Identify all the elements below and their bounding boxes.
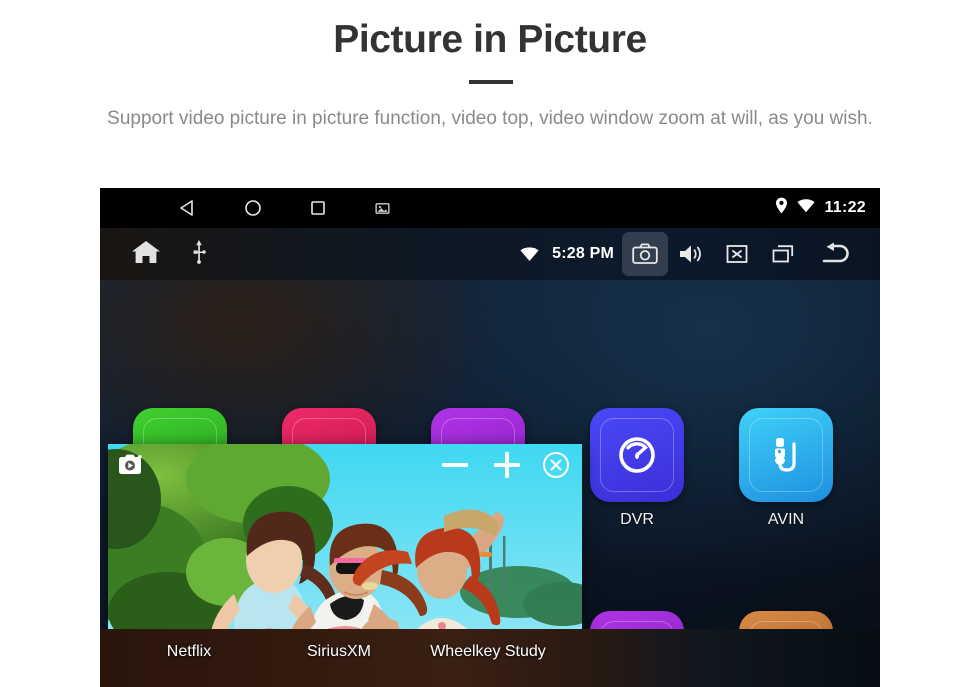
location-pin-icon	[775, 197, 788, 219]
android-system-bar: 11:22	[100, 188, 880, 228]
dock-label-siriusxm[interactable]: SiriusXM	[264, 643, 414, 661]
avin-icon[interactable]	[739, 408, 833, 502]
app-toolbar: 5:28 PM	[100, 228, 880, 280]
zoom-out-button[interactable]	[438, 448, 472, 482]
home-screen: DVR AVIN Netflix SiriusXM Wheelkey Study	[100, 280, 880, 687]
app-cell-dvr[interactable]: DVR	[567, 408, 707, 529]
system-nav-buttons	[100, 188, 415, 228]
back-icon[interactable]	[155, 188, 220, 228]
avin-glyph	[739, 408, 833, 502]
app-cell-avin[interactable]: AVIN	[716, 408, 856, 529]
close-box-icon[interactable]	[714, 228, 760, 280]
home-icon[interactable]	[220, 188, 285, 228]
device-screen: 11:22 5:28 PM DVR AVIN Netflix SiriusXM …	[100, 188, 880, 687]
page-root: Picture in Picture Support video picture…	[0, 0, 980, 687]
dock-label-netflix[interactable]: Netflix	[114, 643, 264, 661]
app-toolbar-left	[100, 238, 206, 271]
app-label: DVR	[620, 511, 654, 528]
recents-icon[interactable]	[285, 188, 350, 228]
wifi-icon	[797, 198, 816, 218]
dvr-icon[interactable]	[590, 408, 684, 502]
page-title: Picture in Picture	[333, 18, 647, 61]
toolbar-clock: 5:28 PM	[552, 245, 614, 262]
system-clock: 11:22	[824, 199, 866, 216]
page-subtitle: Support video picture in picture functio…	[107, 108, 873, 129]
dvr-glyph	[590, 408, 684, 502]
app-label: AVIN	[767, 511, 805, 528]
video-capture-icon[interactable]	[118, 454, 144, 481]
camera-icon[interactable]	[622, 232, 668, 276]
system-status-icons: 11:22	[775, 188, 866, 228]
zoom-in-button[interactable]	[490, 448, 524, 482]
wifi-icon	[506, 228, 552, 280]
screenshot-icon[interactable]	[350, 188, 415, 228]
app-toolbar-right: 5:28 PM	[506, 228, 868, 280]
home-icon[interactable]	[130, 238, 162, 271]
multiwindow-icon[interactable]	[760, 228, 806, 280]
volume-icon[interactable]	[668, 228, 714, 280]
close-button[interactable]	[542, 451, 570, 479]
pip-window-controls	[108, 444, 582, 486]
back-arrow-icon[interactable]	[806, 228, 868, 280]
dock-label-strip: Netflix SiriusXM Wheelkey Study	[100, 629, 880, 687]
title-underline-rule	[469, 80, 513, 84]
dock-label-wheelkey-study[interactable]: Wheelkey Study	[413, 643, 563, 661]
usb-icon[interactable]	[192, 239, 206, 269]
